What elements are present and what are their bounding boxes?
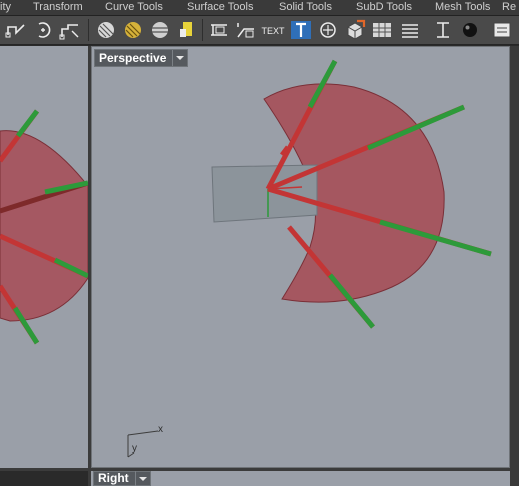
viewport-top-partial[interactable] <box>0 46 88 468</box>
scale-icon[interactable] <box>58 19 82 41</box>
cube-icon[interactable] <box>343 19 367 41</box>
dimension-icon[interactable] <box>431 19 455 41</box>
viewport-title[interactable]: Perspective <box>95 50 172 66</box>
perspective-scene: x y <box>127 59 492 458</box>
tab-utility[interactable]: ity <box>0 0 11 15</box>
text-dimension-icon[interactable] <box>207 19 231 41</box>
tab-transform[interactable]: Transform <box>33 0 83 15</box>
viewport-right[interactable]: Right <box>91 471 510 486</box>
viewport-title[interactable]: Right <box>94 472 135 485</box>
viewport-title-tab[interactable]: Right <box>93 471 151 486</box>
print-icon[interactable] <box>490 19 514 41</box>
axis-gizmo: x y <box>127 424 163 458</box>
text-cursor-icon[interactable] <box>289 19 313 41</box>
layer-lock-icon[interactable] <box>175 19 199 41</box>
annotation-icon[interactable] <box>316 19 340 41</box>
tab-subd-tools[interactable]: SubD Tools <box>356 0 412 15</box>
green-rod <box>16 109 39 138</box>
axis-label-x: x <box>158 424 163 435</box>
chevron-down-icon[interactable] <box>134 471 150 486</box>
command-toolbar: TEXT <box>0 16 519 45</box>
left-viewport-scene <box>0 109 88 345</box>
rotate-icon[interactable] <box>31 19 55 41</box>
viewport-title-tab[interactable]: Perspective <box>94 49 189 67</box>
crescent-shape <box>0 130 88 322</box>
viewport-perspective[interactable]: x y Perspective <box>91 46 510 468</box>
table-icon[interactable] <box>370 19 394 41</box>
tab-surface-tools[interactable]: Surface Tools <box>187 0 253 15</box>
hatch-color-icon[interactable] <box>121 19 145 41</box>
leader-icon[interactable] <box>234 19 258 41</box>
svg-text:TEXT: TEXT <box>261 26 285 36</box>
axis-label-y: y <box>132 443 137 454</box>
polyline-icon[interactable] <box>4 19 28 41</box>
material-sphere-icon[interactable] <box>458 19 482 41</box>
tab-curve-tools[interactable]: Curve Tools <box>105 0 163 15</box>
right-panel-edge <box>510 46 519 486</box>
tab-mesh-tools[interactable]: Mesh Tools <box>435 0 490 15</box>
hatch-icon[interactable] <box>94 19 118 41</box>
tab-solid-tools[interactable]: Solid Tools <box>279 0 332 15</box>
hatch-fill-icon[interactable] <box>148 19 172 41</box>
list-icon[interactable] <box>398 19 422 41</box>
chevron-down-icon[interactable] <box>172 50 187 66</box>
tab-more[interactable]: Re <box>502 0 516 15</box>
text-icon[interactable]: TEXT <box>261 19 285 41</box>
toolbar-tab-strip: ity Transform Curve Tools Surface Tools … <box>0 0 519 16</box>
